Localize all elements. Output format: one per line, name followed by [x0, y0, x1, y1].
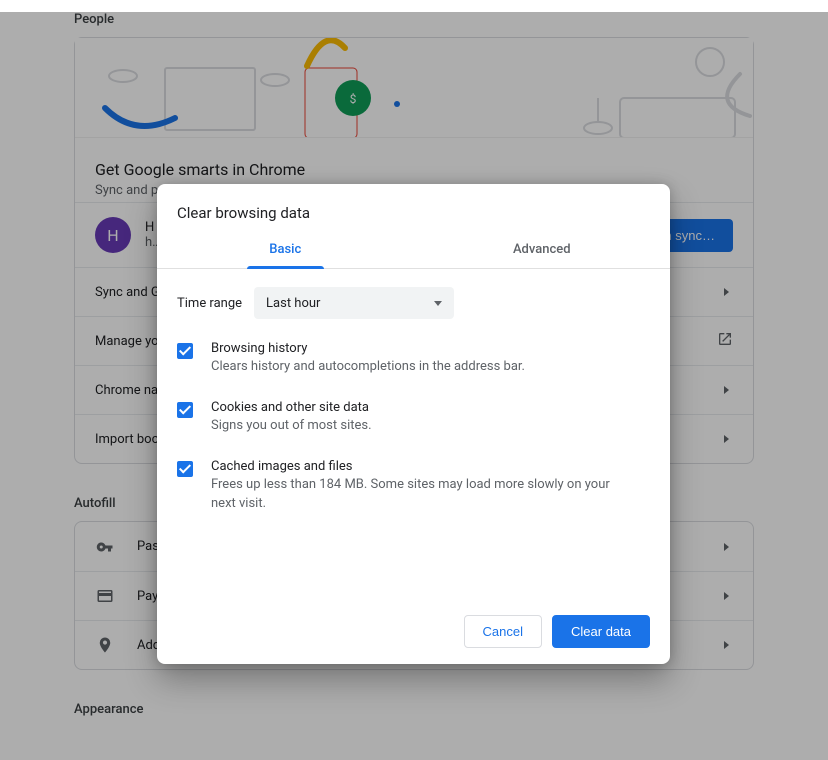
clear-data-button[interactable]: Clear data: [552, 615, 650, 648]
dialog-body: Time range Last hour Browsing history Cl…: [157, 269, 670, 601]
tab-basic[interactable]: Basic: [157, 232, 414, 268]
dialog-title: Clear browsing data: [157, 184, 670, 232]
clear-browsing-data-dialog: Clear browsing data Basic Advanced Time …: [157, 184, 670, 664]
time-range-label: Time range: [177, 296, 242, 311]
tab-advanced[interactable]: Advanced: [414, 232, 671, 268]
cancel-label: Cancel: [483, 624, 523, 639]
option-text: Browsing history Clears history and auto…: [211, 341, 525, 376]
checkbox-cached[interactable]: [177, 461, 193, 477]
option-text: Cached images and files Frees up less th…: [211, 459, 631, 512]
time-range-value: Last hour: [266, 296, 320, 311]
time-range-row: Time range Last hour: [177, 287, 650, 319]
checkbox-cookies[interactable]: [177, 402, 193, 418]
cancel-button[interactable]: Cancel: [464, 615, 542, 648]
option-browsing-history[interactable]: Browsing history Clears history and auto…: [177, 341, 650, 376]
option-text: Cookies and other site data Signs you ou…: [211, 400, 372, 435]
tab-basic-label: Basic: [269, 242, 301, 257]
option-cookies[interactable]: Cookies and other site data Signs you ou…: [177, 400, 650, 435]
option-desc: Signs you out of most sites.: [211, 417, 372, 435]
option-title: Cookies and other site data: [211, 400, 372, 415]
time-range-select[interactable]: Last hour: [254, 287, 454, 319]
option-title: Browsing history: [211, 341, 525, 356]
dialog-actions: Cancel Clear data: [157, 601, 670, 664]
clear-label: Clear data: [571, 624, 631, 639]
dialog-tabs: Basic Advanced: [157, 232, 670, 269]
option-desc: Clears history and autocompletions in th…: [211, 358, 525, 376]
option-cached[interactable]: Cached images and files Frees up less th…: [177, 459, 650, 512]
checkbox-browsing-history[interactable]: [177, 343, 193, 359]
tab-advanced-label: Advanced: [513, 242, 571, 257]
option-title: Cached images and files: [211, 459, 631, 474]
option-desc: Frees up less than 184 MB. Some sites ma…: [211, 476, 631, 512]
time-range-select-wrap: Last hour: [254, 287, 454, 319]
